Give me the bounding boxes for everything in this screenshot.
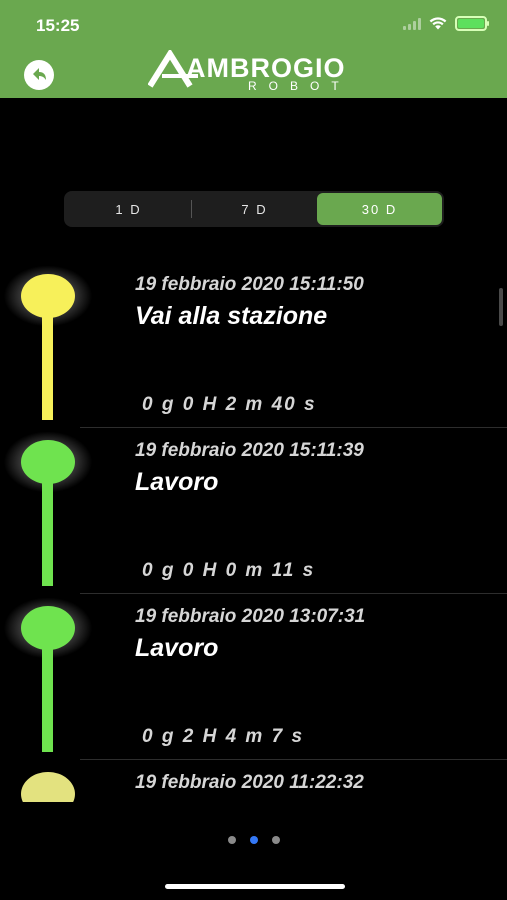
event-duration: 0 g 0 H 0 m 11 s [142, 560, 316, 581]
event-row[interactable]: 19 febbraio 2020 15:11:50 Vai alla stazi… [0, 262, 507, 428]
event-duration: 0 g 2 H 4 m 7 s [142, 726, 305, 747]
range-selector: 1 D 7 D 30 D [64, 191, 444, 227]
status-pin-icon [21, 772, 75, 802]
event-list[interactable]: 19 febbraio 2020 15:11:50 Vai alla stazi… [0, 262, 507, 802]
event-date: 19 febbraio 2020 11:22:32 [135, 772, 364, 793]
event-title: Lavoro [135, 634, 219, 662]
scrollbar[interactable] [499, 288, 503, 326]
logo-subtitle: ROBOT [248, 79, 351, 93]
app-header: 15:25 AMBROGIO ROBOT [0, 0, 507, 98]
page-dot[interactable] [228, 836, 236, 844]
range-option-30d[interactable]: 30 D [317, 193, 442, 225]
event-date: 19 febbraio 2020 13:07:31 [135, 606, 366, 627]
cellular-signal-icon [403, 17, 421, 30]
status-pin-icon [21, 440, 75, 484]
wifi-icon [429, 17, 447, 30]
page-dot-active[interactable] [250, 836, 258, 844]
event-title: Lavoro [135, 468, 219, 496]
status-pin-stem [42, 468, 53, 586]
home-indicator[interactable] [165, 884, 345, 889]
brand-logo: AMBROGIO ROBOT [148, 50, 368, 94]
status-pin-icon [21, 606, 75, 650]
battery-icon [455, 16, 489, 31]
status-pin-stem [42, 302, 53, 420]
range-option-7d[interactable]: 7 D [192, 193, 317, 225]
status-pin-icon [21, 274, 75, 318]
back-button[interactable] [24, 60, 54, 90]
event-row[interactable]: 19 febbraio 2020 11:22:32 [0, 760, 507, 802]
range-option-1d[interactable]: 1 D [66, 193, 191, 225]
page-indicator [228, 836, 280, 844]
status-icons [403, 16, 489, 31]
status-time: 15:25 [36, 16, 80, 35]
event-date: 19 febbraio 2020 15:11:39 [135, 440, 364, 461]
event-row[interactable]: 19 febbraio 2020 13:07:31 Lavoro 0 g 2 H… [0, 594, 507, 760]
page-dot[interactable] [272, 836, 280, 844]
event-duration: 0 g 0 H 2 m 40 s [142, 394, 317, 415]
event-title: Vai alla stazione [135, 302, 328, 330]
status-pin-stem [42, 634, 53, 752]
back-arrow-icon [33, 68, 46, 80]
event-row[interactable]: 19 febbraio 2020 15:11:39 Lavoro 0 g 0 H… [0, 428, 507, 594]
event-date: 19 febbraio 2020 15:11:50 [135, 274, 364, 295]
